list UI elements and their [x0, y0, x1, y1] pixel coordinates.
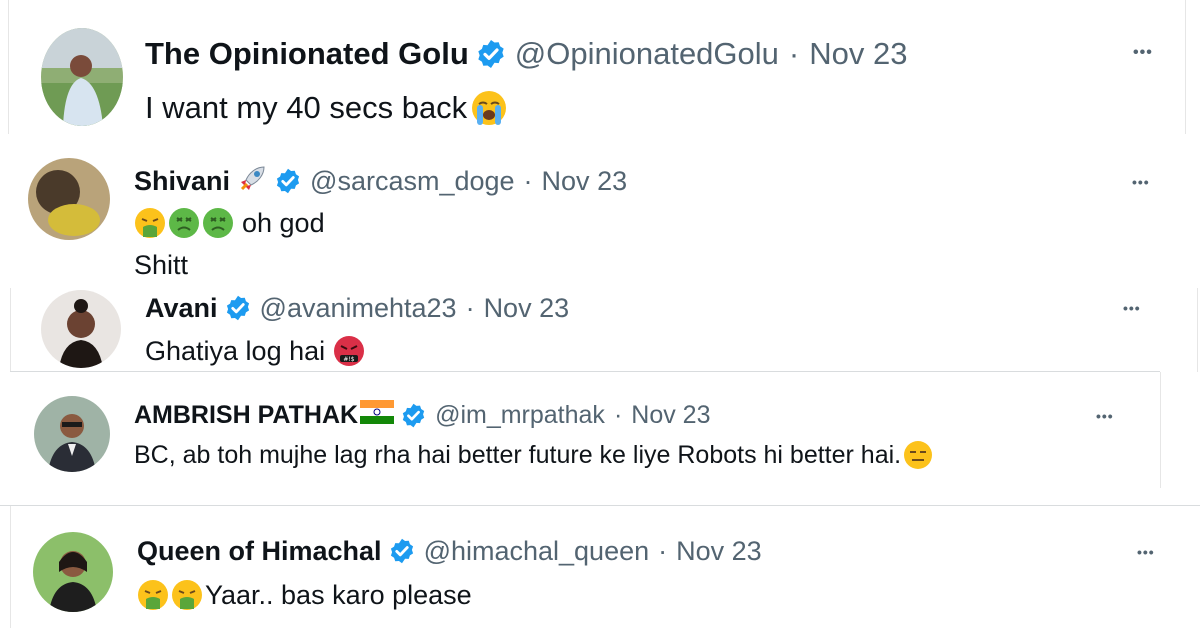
expressionless-face-icon: [903, 440, 933, 470]
face-with-symbols-on-mouth-icon: #!$: [333, 335, 365, 367]
avatar-photo-icon: [33, 532, 113, 612]
handle[interactable]: @himachal_queen: [424, 536, 650, 567]
avatar[interactable]: [34, 396, 110, 472]
tweet-text: oh god: [134, 206, 325, 240]
verified-badge-icon: [274, 167, 302, 195]
nauseated-face-icon: [202, 207, 234, 239]
tweet-text-line-2: Shitt: [134, 249, 189, 280]
tweet-text: BC, ab toh mujhe lag rha hai better futu…: [134, 438, 933, 472]
verified-badge-icon: [388, 537, 416, 565]
svg-text:#!$: #!$: [344, 356, 355, 363]
tweet-opinionated-golu[interactable]: The Opinionated Golu @OpinionatedGolu · …: [8, 0, 1186, 134]
avatar-photo-icon: [41, 28, 123, 126]
avatar[interactable]: [41, 290, 121, 368]
nauseated-face-icon: [168, 207, 200, 239]
tweet-text-content: Yaar.. bas karo please: [205, 579, 472, 610]
separator: ·: [613, 400, 623, 429]
tweet-shivani[interactable]: Shivani @sarcasm_doge · Nov 23 ••• oh go…: [0, 140, 1192, 292]
timestamp[interactable]: Nov 23: [676, 536, 762, 567]
display-name[interactable]: Queen of Himachal: [137, 536, 382, 567]
tweet-header: Avani @avanimehta23 · Nov 23: [145, 290, 569, 326]
tweet-header: Queen of Himachal @himachal_queen · Nov …: [137, 534, 762, 568]
timestamp[interactable]: Nov 23: [809, 36, 907, 72]
tweet-text-content: I want my 40 secs back: [145, 90, 468, 125]
verified-badge-icon: [224, 294, 252, 322]
more-options-icon[interactable]: •••: [1133, 44, 1153, 62]
more-options-icon[interactable]: •••: [1123, 300, 1141, 316]
tweet-header: AMBRISH PATHAK @im_mrpathak · Nov 23: [134, 398, 710, 432]
verified-badge-icon: [400, 402, 427, 429]
handle[interactable]: @OpinionatedGolu: [515, 36, 779, 72]
tweet-text-content: BC, ab toh mujhe lag rha hai better futu…: [134, 440, 902, 469]
verified-badge-icon: [475, 38, 507, 70]
tweet-text: I want my 40 secs back: [145, 88, 507, 128]
avatar[interactable]: [33, 532, 113, 612]
display-name[interactable]: Avani: [145, 293, 218, 324]
tweet-text: Yaar.. bas karo please: [137, 578, 472, 612]
avatar-photo-icon: [28, 158, 110, 240]
display-name[interactable]: AMBRISH PATHAK: [134, 401, 358, 430]
more-options-icon[interactable]: •••: [1132, 174, 1150, 190]
separator: ·: [465, 292, 475, 323]
avatar[interactable]: [28, 158, 110, 240]
tweet-header: The Opinionated Golu @OpinionatedGolu · …: [145, 34, 907, 74]
avatar-photo-icon: [41, 290, 121, 368]
avatar[interactable]: [41, 28, 123, 126]
vomiting-face-icon: [134, 207, 166, 239]
more-options-icon[interactable]: •••: [1096, 408, 1114, 424]
timestamp[interactable]: Nov 23: [484, 293, 570, 324]
timestamp[interactable]: Nov 23: [542, 166, 628, 197]
more-options-icon[interactable]: •••: [1137, 544, 1155, 560]
rocket-icon: [238, 163, 268, 200]
separator: ·: [523, 165, 533, 196]
tweet-avani[interactable]: Avani @avanimehta23 · Nov 23 ••• Ghatiya…: [10, 288, 1198, 372]
loudly-crying-face-icon: [471, 90, 507, 126]
display-name[interactable]: The Opinionated Golu: [145, 36, 469, 72]
tweet-ambrish-pathak[interactable]: AMBRISH PATHAK @im_mrpathak · Nov 23 •••…: [10, 372, 1161, 488]
display-name[interactable]: Shivani: [134, 166, 230, 197]
timestamp[interactable]: Nov 23: [631, 401, 710, 430]
india-flag-icon: [360, 399, 395, 431]
tweet-header: Shivani @sarcasm_doge · Nov 23: [134, 164, 627, 198]
tweet-queen-of-himachal[interactable]: Queen of Himachal @himachal_queen · Nov …: [10, 506, 1191, 628]
tweet-text-line-1: oh god: [242, 207, 325, 238]
handle[interactable]: @sarcasm_doge: [310, 166, 515, 197]
separator: ·: [658, 535, 668, 566]
vomiting-face-icon: [171, 579, 203, 611]
vomiting-face-icon: [137, 579, 169, 611]
handle[interactable]: @im_mrpathak: [435, 401, 605, 430]
avatar-photo-icon: [34, 396, 110, 472]
tweet-text: Ghatiya log hai #!$: [145, 334, 365, 368]
separator: ·: [788, 36, 800, 71]
tweet-text-content: Ghatiya log hai: [145, 335, 326, 366]
handle[interactable]: @avanimehta23: [260, 293, 457, 324]
